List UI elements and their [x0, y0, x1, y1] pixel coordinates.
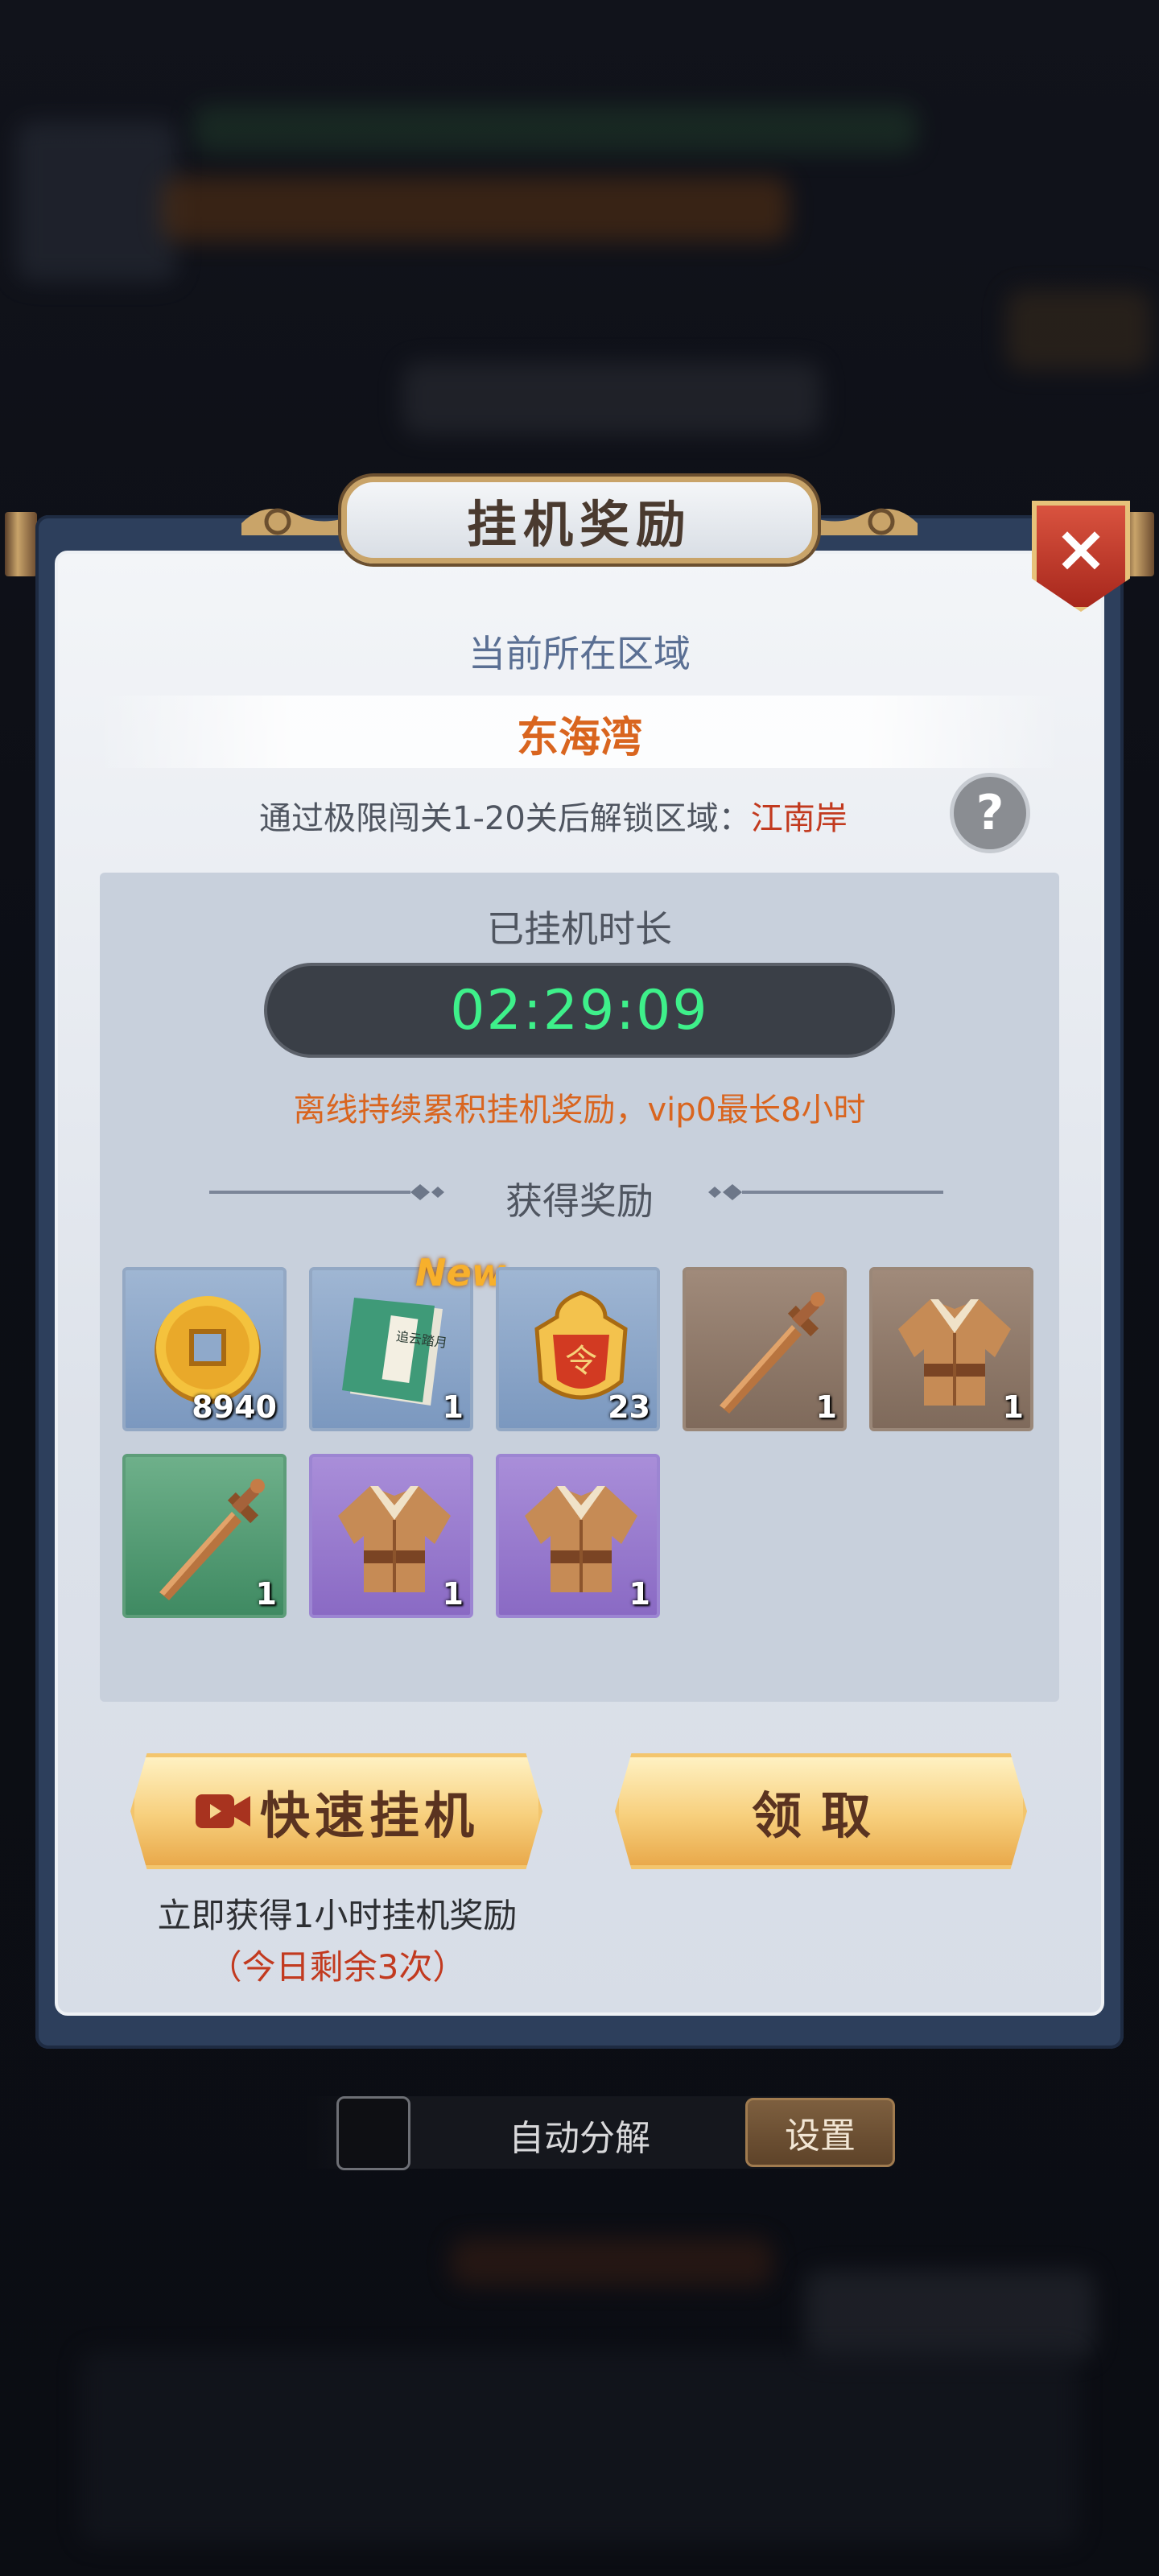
reward-item-armor[interactable]: 1 [869, 1267, 1033, 1431]
question-icon: ? [975, 785, 1004, 841]
quick-idle-description: 立即获得1小时挂机奖励 [157, 1896, 518, 1935]
auto-decompose-checkbox[interactable] [336, 2096, 410, 2170]
armor-icon [525, 1486, 637, 1592]
claim-label: 领取 [751, 1786, 890, 1845]
reward-count: 1 [1002, 1389, 1024, 1425]
skill-book-icon: 追云踏月 [342, 1298, 448, 1406]
idle-timer: 02:29:09 [264, 963, 895, 1058]
token-char: 令 [565, 1343, 597, 1380]
quick-idle-remaining: （今日剩余3次） [208, 1947, 467, 1987]
reward-count: 1 [442, 1576, 464, 1612]
region-heading: 当前所在区域 [468, 632, 691, 675]
unlock-region-name: 江南岸 [750, 800, 848, 837]
reward-item-coin[interactable]: 8940 [122, 1267, 287, 1431]
reward-item-sword[interactable]: 1 [122, 1454, 287, 1618]
reward-item-armor[interactable]: 1 [496, 1454, 660, 1618]
reward-count: 1 [629, 1576, 650, 1612]
unlock-hint: 通过极限闯关1-20关后解锁区域：江南岸 [259, 792, 848, 839]
idle-limit-note: 离线持续累积挂机奖励，vip0最长8小时 [293, 1092, 866, 1129]
right-divider-ornament [708, 1184, 943, 1200]
reward-count: 23 [608, 1389, 650, 1425]
rewards-heading: 获得奖励 [505, 1179, 654, 1223]
left-title-post [5, 512, 37, 576]
unlock-hint-text: 通过极限闯关1-20关后解锁区域： [259, 800, 751, 837]
reward-item-sword[interactable]: 1 [683, 1267, 847, 1431]
video-camera-icon [195, 1794, 250, 1828]
quick-idle-button[interactable]: 快速挂机 [130, 1753, 542, 1869]
settings-button[interactable]: 设置 [745, 2098, 895, 2167]
help-button[interactable]: ? [950, 773, 1030, 853]
reward-count: 1 [442, 1389, 464, 1425]
quick-idle-label: 快速挂机 [259, 1786, 479, 1845]
close-icon: × [1054, 511, 1108, 586]
sword-icon [159, 1479, 265, 1600]
reward-count: 1 [255, 1576, 277, 1612]
region-name: 东海湾 [516, 714, 642, 762]
auto-decompose-label: 自动分解 [509, 2118, 650, 2159]
armor-icon [898, 1299, 1011, 1406]
reward-item-armor[interactable]: 1 [309, 1454, 473, 1618]
reward-item-token[interactable]: 令 23 [496, 1267, 660, 1431]
armor-icon [338, 1486, 451, 1592]
modal-title-plaque: 挂机奖励 [341, 477, 818, 564]
modal-title: 挂机奖励 [466, 495, 692, 554]
new-badge: New [415, 1251, 506, 1294]
sword-icon [720, 1292, 825, 1414]
settings-label: 设置 [785, 2116, 856, 2157]
reward-count: 1 [815, 1389, 837, 1425]
claim-button[interactable]: 领取 [615, 1753, 1027, 1869]
idle-duration-heading: 已挂机时长 [487, 907, 672, 951]
reward-count: 8940 [192, 1389, 277, 1425]
